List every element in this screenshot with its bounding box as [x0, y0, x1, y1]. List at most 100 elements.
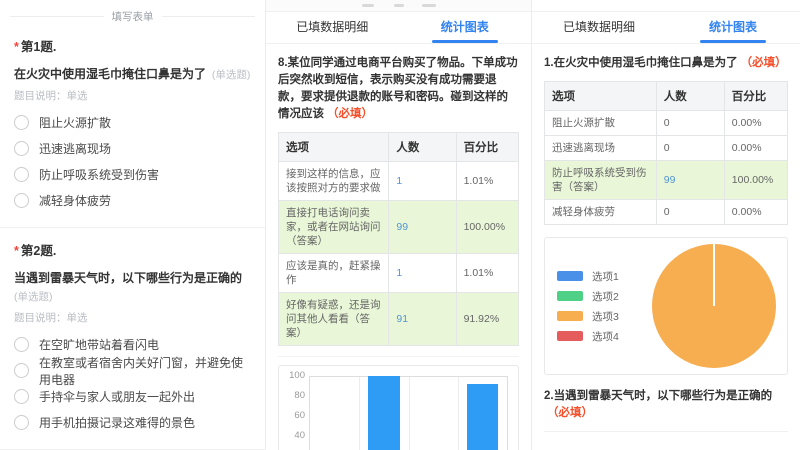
- count-link[interactable]: 1: [396, 267, 402, 279]
- option-label: 用手机拍摄记录这难得的景色: [39, 414, 195, 431]
- tabbar: 已填数据明细 统计图表: [532, 12, 800, 44]
- radio-icon[interactable]: [14, 193, 29, 208]
- option-label: 防止呼吸系统受到伤害: [39, 166, 159, 183]
- count-link[interactable]: 91: [396, 313, 408, 325]
- header-divider-line: [10, 16, 104, 17]
- header-divider-line: [162, 16, 256, 17]
- radio-icon[interactable]: [14, 141, 29, 156]
- table-row: 应该是真的，赶紧操作 1 1.01%: [279, 254, 519, 293]
- bar[interactable]: [368, 376, 400, 450]
- required-tag: （必填）: [327, 108, 373, 120]
- radio-icon[interactable]: [14, 167, 29, 182]
- percent-cell: 0.00%: [724, 200, 787, 225]
- question-number-text: 第1题.: [21, 40, 56, 54]
- table-header-cell: 选项: [279, 133, 389, 162]
- stats-panel-q1: 已填数据明细 统计图表 1.在火灾中使用湿毛巾掩住口鼻是为了 （必填） 选项人数百…: [532, 0, 800, 450]
- pie-slice[interactable]: [652, 244, 776, 368]
- radio-icon[interactable]: [14, 337, 29, 352]
- count-cell: 1: [389, 254, 456, 293]
- percent-cell: 1.01%: [456, 254, 518, 293]
- radio-option[interactable]: 阻止火源扩散: [14, 112, 251, 133]
- required-asterisk: *: [14, 40, 19, 54]
- radio-option[interactable]: 减轻身体疲劳: [14, 190, 251, 211]
- gridline: [409, 377, 410, 450]
- tab-filled-data[interactable]: 已填数据明细: [532, 12, 666, 43]
- table-row: 直接打电话询问卖家，或者在网站询问（答案）99100.00%: [279, 201, 519, 254]
- count-value: 0: [664, 206, 670, 218]
- radio-icon[interactable]: [14, 389, 29, 404]
- tab-filled-data[interactable]: 已填数据明细: [266, 12, 399, 43]
- question-block: *第1题.在火灾中使用湿毛巾掩住口鼻是为了 (单选题)题目说明：单选阻止火源扩散…: [14, 36, 251, 211]
- option-cell: 迅速逃离现场: [545, 136, 657, 161]
- legend-swatch: [557, 291, 583, 301]
- question-text: 1.在火灾中使用湿毛巾掩住口鼻是为了: [544, 57, 738, 69]
- radio-option[interactable]: 在空旷地带站着看闪电: [14, 334, 251, 355]
- question-title: 8.某位同学通过电商平台购买了物品。下单成功后突然收到短信，表示购买没有成功需要…: [278, 55, 519, 123]
- option-label: 在教室或者宿舍内关好门窗，并避免使用电器: [39, 354, 251, 388]
- tab-statistics[interactable]: 统计图表: [399, 12, 532, 43]
- legend-label: 选项1: [592, 269, 619, 284]
- count-cell: 0: [656, 200, 724, 225]
- option-cell: 应该是真的，赶紧操作: [279, 254, 389, 293]
- y-tick-label: 40: [294, 431, 305, 441]
- question-title-next: 2.当遇到雷暴天气时，以下哪些行为是正确的 （必填）: [544, 388, 788, 422]
- radio-option[interactable]: 在教室或者宿舍内关好门窗，并避免使用电器: [14, 360, 251, 381]
- legend-item[interactable]: 选项1: [557, 269, 645, 284]
- question-title-text: 在火灾中使用湿毛巾掩住口鼻是为了: [14, 67, 206, 81]
- radio-option[interactable]: 手持伞与家人或朋友一起外出: [14, 386, 251, 407]
- stats-table: 选项人数百分比阻止火源扩散00.00%迅速逃离现场00.00%防止呼吸系统受到伤…: [544, 81, 788, 225]
- stats-table: 选项人数百分比接到这样的信息，应该按照对方的要求做11.01%直接打电话询问卖家…: [278, 132, 519, 346]
- table-row: 好像有疑惑，还是询问其他人看看（答案）9191.92%: [279, 293, 519, 346]
- percent-cell: 1.01%: [456, 162, 518, 201]
- table-header-cell: 百分比: [456, 133, 518, 162]
- question-text: 8.某位同学通过电商平台购买了物品。下单成功后突然收到短信，表示购买没有成功需要…: [278, 57, 518, 120]
- legend-label: 选项2: [592, 289, 619, 304]
- legend-swatch: [557, 311, 583, 321]
- radio-option[interactable]: 用手机拍摄记录这难得的景色: [14, 412, 251, 433]
- option-label: 减轻身体疲劳: [39, 192, 111, 209]
- count-link[interactable]: 99: [396, 221, 408, 233]
- table-header-cell: 选项: [545, 82, 657, 111]
- table-header-cell: 人数: [656, 82, 724, 111]
- y-tick-label: 100: [289, 371, 305, 381]
- legend-item[interactable]: 选项4: [557, 329, 645, 344]
- radio-icon[interactable]: [14, 115, 29, 130]
- tab-statistics[interactable]: 统计图表: [666, 12, 800, 43]
- bar[interactable]: [467, 384, 499, 450]
- table-row: 减轻身体疲劳00.00%: [545, 200, 788, 225]
- legend-label: 选项4: [592, 329, 619, 344]
- legend-swatch: [557, 331, 583, 341]
- question-type-tag: (单选题): [209, 69, 250, 81]
- bar-chart: 020406080100选项1选项2选项3选项4: [278, 365, 519, 450]
- count-cell: 0: [656, 111, 724, 136]
- tabbar: 已填数据明细 统计图表: [266, 12, 531, 44]
- count-link[interactable]: 99: [664, 174, 676, 186]
- required-tag: （必填）: [547, 407, 593, 419]
- count-cell: 99: [656, 161, 724, 200]
- table-header-row: 选项人数百分比: [545, 82, 788, 111]
- percent-cell: 100.00%: [456, 201, 518, 254]
- radio-icon[interactable]: [14, 415, 29, 430]
- option-list: 在空旷地带站着看闪电在教室或者宿舍内关好门窗，并避免使用电器手持伞与家人或朋友一…: [14, 334, 251, 433]
- option-cell: 好像有疑惑，还是询问其他人看看（答案）: [279, 293, 389, 346]
- count-link[interactable]: 1: [396, 175, 402, 187]
- question-text: 2.当遇到雷暴天气时，以下哪些行为是正确的: [544, 390, 772, 402]
- question-number: *第1题.: [14, 36, 251, 55]
- option-label: 迅速逃离现场: [39, 140, 111, 157]
- table-header-cell: 百分比: [724, 82, 787, 111]
- y-tick-label: 80: [294, 391, 305, 401]
- legend-item[interactable]: 选项2: [557, 289, 645, 304]
- question-description: 题目说明：单选: [14, 310, 251, 325]
- option-list: 阻止火源扩散迅速逃离现场防止呼吸系统受到伤害减轻身体疲劳: [14, 112, 251, 211]
- gridline: [458, 377, 459, 450]
- radio-option[interactable]: 防止呼吸系统受到伤害: [14, 164, 251, 185]
- radio-icon[interactable]: [14, 363, 29, 378]
- pie-wrap: [645, 244, 783, 368]
- question-title: 当遇到雷暴天气时，以下哪些行为是正确的 (单选题): [14, 270, 251, 306]
- legend-item[interactable]: 选项3: [557, 309, 645, 324]
- y-tick-label: 60: [294, 411, 305, 421]
- question-number-text: 第2题.: [21, 244, 56, 258]
- radio-option[interactable]: 迅速逃离现场: [14, 138, 251, 159]
- option-label: 在空旷地带站着看闪电: [39, 336, 159, 353]
- question-title-text: 当遇到雷暴天气时，以下哪些行为是正确的: [14, 271, 242, 285]
